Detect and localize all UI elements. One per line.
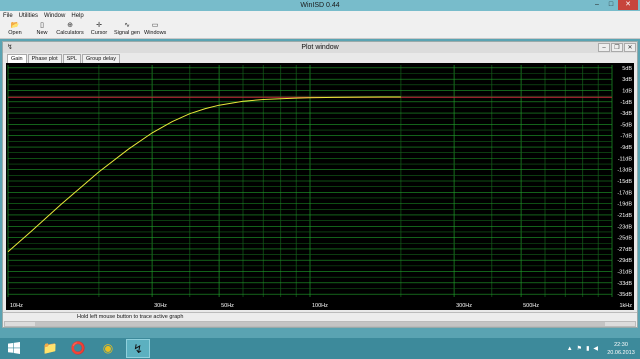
gain-curve-0	[7, 96, 401, 253]
tray-arrow-icon[interactable]: ▲	[567, 346, 573, 352]
crosshair-icon: ✛	[96, 22, 102, 29]
windows-label: Windows	[144, 30, 167, 36]
opera-browser-icon[interactable]: ⭕	[66, 339, 90, 358]
y-tick-label: -23dB	[617, 224, 632, 230]
y-tick-label: -13dB	[617, 168, 632, 174]
y-tick-label: -15dB	[617, 179, 632, 185]
calculators-button[interactable]: ⊕ Calculators	[56, 22, 84, 38]
winisd-app-window: WinISD 0.44 – □ ✕ File Utilities Window …	[0, 0, 640, 338]
windows-start-icon[interactable]	[8, 342, 20, 354]
y-tick-label: -21dB	[617, 213, 632, 219]
open-label: Open	[8, 30, 22, 36]
new-button[interactable]: ▯ New	[34, 22, 50, 38]
x-tick-label: 1kHz	[619, 303, 632, 309]
y-tick-label: -25dB	[617, 236, 632, 242]
file-explorer-icon[interactable]: 📁	[38, 339, 62, 358]
chrome-browser-icon[interactable]: ◉	[96, 339, 120, 358]
x-tick-label: 500Hz	[523, 303, 539, 309]
menu-window[interactable]: Window	[41, 11, 68, 21]
x-tick-label: 10Hz	[10, 303, 23, 309]
y-tick-label: -3dB	[620, 111, 632, 117]
menu-file[interactable]: File	[0, 11, 16, 21]
y-tick-label: -5dB	[620, 122, 632, 128]
y-tick-label: 5dB	[622, 66, 632, 72]
plot-status-bar: Hold left mouse button to trace active g…	[3, 312, 637, 321]
toolbar: 📂 Open ▯ New ⊕ Calculators ✛ Cursor ∿ Si…	[0, 21, 640, 39]
winisd-taskbar-icon[interactable]: ↯	[126, 339, 150, 358]
y-tick-label: 3dB	[622, 77, 632, 83]
plot-minimize-button[interactable]: –	[598, 43, 610, 52]
clock-date: 20.06.2013	[607, 349, 635, 356]
x-tick-label: 300Hz	[456, 303, 472, 309]
tab-gain[interactable]: Gain	[7, 54, 27, 63]
new-label: New	[36, 30, 48, 36]
plot-tabs: Gain Phase plot SPL Group delay	[7, 54, 121, 63]
plot-close-button[interactable]: ✕	[624, 43, 636, 52]
plot-window: ↯ Plot window – ❐ ✕ Gain Phase plot SPL …	[2, 41, 638, 328]
menu-utilities[interactable]: Utilities	[16, 11, 41, 21]
battery-icon[interactable]: ▮	[586, 345, 589, 352]
x-tick-label: 100Hz	[312, 303, 328, 309]
open-button[interactable]: 📂 Open	[6, 22, 24, 38]
scrollbar-thumb[interactable]	[35, 322, 605, 326]
window-icon: ▭	[151, 22, 159, 29]
windows-button[interactable]: ▭ Windows	[144, 22, 166, 38]
flag-icon[interactable]: ⚑	[577, 345, 582, 352]
plot-window-title-bar[interactable]: ↯ Plot window – ❐ ✕	[3, 42, 637, 53]
maximize-button[interactable]: □	[604, 0, 618, 10]
y-tick-label: -1dB	[620, 100, 632, 106]
cursor-label: Cursor	[90, 30, 108, 36]
y-tick-label: -7dB	[620, 134, 632, 140]
y-tick-label: -35dB	[617, 292, 632, 298]
clock-time: 22:30	[614, 341, 628, 348]
signal-gen-button[interactable]: ∿ Signal gen	[113, 22, 141, 38]
system-tray: ▲ ⚑ ▮ ◀ 22:30 20.06.2013	[567, 338, 640, 359]
signal-generator-icon: ∿	[124, 22, 130, 29]
title-bar[interactable]: WinISD 0.44 – □ ✕	[0, 0, 640, 11]
tab-spl[interactable]: SPL	[62, 54, 82, 63]
y-tick-label: -11dB	[618, 156, 633, 162]
gain-chart[interactable]: 5dB 3dB 1dB -1dB -3dB -5dB -7dB -9dB -11dB -13dB -…	[6, 63, 634, 310]
tab-phase-plot[interactable]: Phase plot	[27, 54, 62, 63]
menu-help[interactable]: Help	[68, 11, 86, 21]
y-tick-label: -29dB	[617, 258, 632, 264]
y-tick-label: -19dB	[617, 202, 632, 208]
volume-icon[interactable]: ◀	[593, 345, 598, 352]
x-tick-label: 30Hz	[154, 303, 167, 309]
clock[interactable]: 22:30 20.06.2013	[602, 341, 640, 357]
y-tick-label: 1dB	[622, 88, 632, 94]
window-title: WinISD 0.44	[300, 2, 340, 9]
taskbar: 📁 ⭕ ◉ ↯ ▲ ⚑ ▮ ◀ 22:30 20.06.2013	[0, 338, 640, 359]
y-tick-label: -31dB	[617, 270, 632, 276]
cursor-button[interactable]: ✛ Cursor	[90, 22, 108, 38]
horizontal-scrollbar[interactable]	[4, 321, 636, 327]
signal-gen-label: Signal gen	[114, 30, 140, 36]
minimize-button[interactable]: –	[590, 0, 604, 10]
gain-plot-area[interactable]: 5dB 3dB 1dB -1dB -3dB -5dB -7dB -9dB -11dB -13dB -…	[6, 63, 634, 310]
y-tick-label: -17dB	[617, 190, 632, 196]
x-tick-label: 50Hz	[221, 303, 234, 309]
calculator-icon: ⊕	[67, 22, 73, 29]
new-document-icon: ▯	[40, 22, 44, 29]
close-button[interactable]: ✕	[618, 0, 638, 10]
tab-group-delay[interactable]: Group delay	[82, 54, 120, 63]
y-tick-label: -27dB	[617, 247, 632, 253]
y-tick-label: -33dB	[617, 281, 632, 287]
open-folder-icon: 📂	[10, 22, 20, 29]
y-tick-label: -9dB	[620, 145, 632, 151]
plot-restore-button[interactable]: ❐	[611, 43, 623, 52]
calculators-label: Calculators	[56, 30, 84, 36]
plot-window-title: Plot window	[301, 44, 339, 51]
menu-bar: File Utilities Window Help	[0, 11, 640, 21]
